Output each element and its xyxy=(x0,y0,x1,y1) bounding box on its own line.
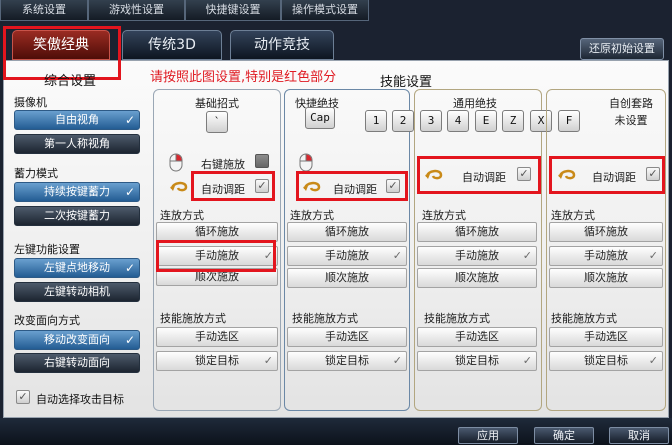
highlight-custom-auto-range xyxy=(549,156,665,194)
basic-combo-label: 连放方式 xyxy=(160,209,204,222)
charge-hold-label: 持续按键蓄力 xyxy=(44,185,110,198)
tab-hotkey-settings[interactable]: 快捷键设置 xyxy=(185,0,281,21)
quick-combo-label: 连放方式 xyxy=(290,209,334,222)
custom-cast-label: 技能施放方式 xyxy=(551,312,617,325)
check-icon: ✓ xyxy=(263,354,273,367)
camera-first-person-button[interactable]: 第一人称视角 xyxy=(14,134,140,154)
general-cast-manual[interactable]: 手动选区 xyxy=(417,327,537,347)
basic-cast-manual[interactable]: 手动选区 xyxy=(156,327,278,347)
general-settings-title: 综合设置 xyxy=(44,74,97,89)
custom-combo-loop[interactable]: 循环施放 xyxy=(549,222,663,242)
general-cast-lock[interactable]: 锁定目标 ✓ xyxy=(417,351,537,371)
camera-free-label: 自由视角 xyxy=(55,113,99,126)
highlight-general-auto-range xyxy=(417,156,541,194)
general-combo-loop[interactable]: 循环施放 xyxy=(417,222,537,242)
general-key-1[interactable]: 1 xyxy=(365,110,387,132)
annotation-note: 请按照此图设置,特别是红色部分 xyxy=(150,70,337,85)
general-skill-title: 通用绝技 xyxy=(453,97,497,110)
highlight-basic-auto-range xyxy=(191,171,275,201)
facing-label: 改变面向方式 xyxy=(14,314,80,327)
general-cast-label: 技能施放方式 xyxy=(424,312,490,325)
check-icon: ✓ xyxy=(648,249,658,262)
custom-cast-lock-label: 锁定目标 xyxy=(584,354,628,367)
check-icon: ✓ xyxy=(522,354,532,367)
skills-title: 技能设置 xyxy=(380,75,433,90)
quick-combo-manual-label: 手动施放 xyxy=(325,249,369,262)
highlight-basic-manual xyxy=(156,240,276,272)
basic-cast-lock[interactable]: 锁定目标 ✓ xyxy=(156,351,278,371)
right-cast-label: 右键施放 xyxy=(201,158,245,171)
general-key-3[interactable]: 3 xyxy=(420,110,442,132)
quick-cast-lock-label: 锁定目标 xyxy=(325,354,369,367)
highlight-quick-auto-range xyxy=(296,171,408,201)
general-key-2[interactable]: 2 xyxy=(392,110,414,132)
check-icon: ✓ xyxy=(392,354,402,367)
general-combo-manual-label: 手动施放 xyxy=(455,249,499,262)
quick-cast-manual[interactable]: 手动选区 xyxy=(287,327,407,347)
custom-cast-manual[interactable]: 手动选区 xyxy=(549,327,663,347)
mode-tab-traditional-3d[interactable]: 传统3D xyxy=(122,30,222,60)
charge-twice-button[interactable]: 二次按键蓄力 xyxy=(14,206,140,226)
cancel-button[interactable]: 取消 xyxy=(609,427,669,444)
quick-combo-order[interactable]: 顺次施放 xyxy=(287,268,407,288)
check-icon: ✓ xyxy=(124,113,135,127)
basic-key[interactable]: ` xyxy=(206,111,228,133)
custom-combo-order[interactable]: 顺次施放 xyxy=(549,268,663,288)
ok-button[interactable]: 确定 xyxy=(534,427,594,444)
camera-label: 摄像机 xyxy=(14,96,47,109)
general-key-4[interactable]: 4 xyxy=(447,110,469,132)
mouse-icon xyxy=(299,153,313,172)
custom-cast-lock[interactable]: 锁定目标 ✓ xyxy=(549,351,663,371)
right-cast-checkbox[interactable] xyxy=(255,154,269,168)
quick-combo-loop[interactable]: 循环施放 xyxy=(287,222,407,242)
facing-move-label: 移动改变面向 xyxy=(44,333,110,346)
mode-tab-action-arena[interactable]: 动作竞技 xyxy=(230,30,334,60)
quick-cast-label: 技能施放方式 xyxy=(292,312,358,325)
basic-combo-loop[interactable]: 循环施放 xyxy=(156,222,278,242)
quick-key[interactable]: Cap xyxy=(305,107,335,129)
leftkey-camera-button[interactable]: 左键转动相机 xyxy=(14,282,140,302)
general-cast-lock-label: 锁定目标 xyxy=(455,354,499,367)
quick-cast-lock[interactable]: 锁定目标 ✓ xyxy=(287,351,407,371)
charge-hold-button[interactable]: 持续按键蓄力 ✓ xyxy=(14,182,140,202)
facing-move-button[interactable]: 移动改变面向 ✓ xyxy=(14,330,140,350)
auto-target-checkbox[interactable]: ✓ xyxy=(16,390,30,404)
general-combo-manual[interactable]: 手动施放 ✓ xyxy=(417,246,537,266)
general-key-e[interactable]: E xyxy=(475,110,497,132)
apply-button[interactable]: 应用 xyxy=(458,427,518,444)
general-combo-order[interactable]: 顺次施放 xyxy=(417,268,537,288)
check-icon: ✓ xyxy=(648,354,658,367)
leftkey-label: 左键功能设置 xyxy=(14,243,80,256)
quick-combo-manual[interactable]: 手动施放 ✓ xyxy=(287,246,407,266)
charge-label: 蓄力模式 xyxy=(14,167,58,180)
basic-cast-label: 技能施放方式 xyxy=(160,312,226,325)
camera-free-button[interactable]: 自由视角 ✓ xyxy=(14,110,140,130)
basic-moves-title: 基础招式 xyxy=(195,97,239,110)
leftkey-move-label: 左键点地移动 xyxy=(44,261,110,274)
tab-gameplay-settings[interactable]: 游戏性设置 xyxy=(88,0,185,21)
check-icon: ✓ xyxy=(124,185,135,199)
custom-routine-status: 未设置 xyxy=(614,114,648,127)
restore-defaults-button[interactable]: 还原初始设置 xyxy=(580,38,664,60)
leftkey-move-button[interactable]: 左键点地移动 ✓ xyxy=(14,258,140,278)
general-combo-label: 连放方式 xyxy=(422,209,466,222)
tab-system-settings[interactable]: 系统设置 xyxy=(0,0,88,21)
custom-combo-label: 连放方式 xyxy=(551,209,595,222)
check-icon: ✓ xyxy=(522,249,532,262)
auto-range-icon xyxy=(170,181,188,192)
custom-combo-manual-label: 手动施放 xyxy=(584,249,628,262)
facing-right-button[interactable]: 右键转动面向 xyxy=(14,353,140,373)
basic-cast-lock-label: 锁定目标 xyxy=(195,354,239,367)
general-key-z[interactable]: Z xyxy=(502,110,524,132)
mouse-icon xyxy=(169,153,183,172)
auto-target-label: 自动选择攻击目标 xyxy=(36,393,124,406)
check-icon: ✓ xyxy=(392,249,402,262)
check-icon: ✓ xyxy=(124,261,135,275)
custom-combo-manual[interactable]: 手动施放 ✓ xyxy=(549,246,663,266)
check-icon: ✓ xyxy=(124,333,135,347)
tab-control-mode-settings[interactable]: 操作模式设置 xyxy=(281,0,369,21)
custom-routine-title: 自创套路 xyxy=(609,97,653,110)
